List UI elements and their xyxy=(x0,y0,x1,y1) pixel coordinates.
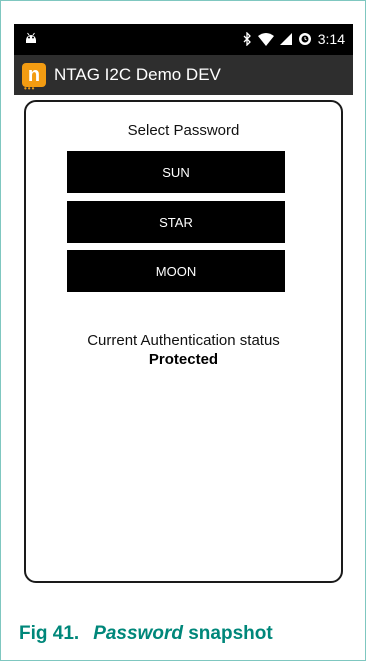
wifi-icon xyxy=(257,32,274,46)
app-logo-icon: n ••• xyxy=(22,63,46,93)
status-time: 3:14 xyxy=(317,31,345,47)
figure-caption: Fig 41. Password snapshot xyxy=(19,623,273,645)
app-title: NTAG I2C Demo DEV xyxy=(54,65,221,84)
phone-screen: 3:14 n ••• NTAG I2C Demo DEV Select Pass… xyxy=(14,24,353,600)
moon-password-button[interactable]: MOON xyxy=(67,250,285,292)
password-panel: Select Password SUN STAR MOON Current Au… xyxy=(24,100,343,583)
alarm-icon xyxy=(298,32,312,46)
caption-rest: snapshot xyxy=(182,623,273,644)
signal-icon xyxy=(279,33,292,45)
status-bar: 3:14 xyxy=(14,24,353,55)
bluetooth-icon xyxy=(242,32,252,46)
app-logo-dots: ••• xyxy=(24,84,36,93)
caption-emphasis: Password xyxy=(93,623,183,644)
star-password-button[interactable]: STAR xyxy=(67,201,285,243)
auth-status-label: Current Authentication status xyxy=(87,332,280,349)
sun-password-button[interactable]: SUN xyxy=(67,151,285,193)
app-logo-letter: n xyxy=(27,64,41,86)
figure-number: Fig 41. xyxy=(19,623,80,644)
auth-status-value: Protected xyxy=(148,351,219,368)
action-bar: n ••• NTAG I2C Demo DEV xyxy=(14,55,353,95)
android-debug-icon xyxy=(24,31,38,45)
select-password-label: Select Password xyxy=(127,122,240,139)
status-icons: 3:14 xyxy=(242,30,345,48)
